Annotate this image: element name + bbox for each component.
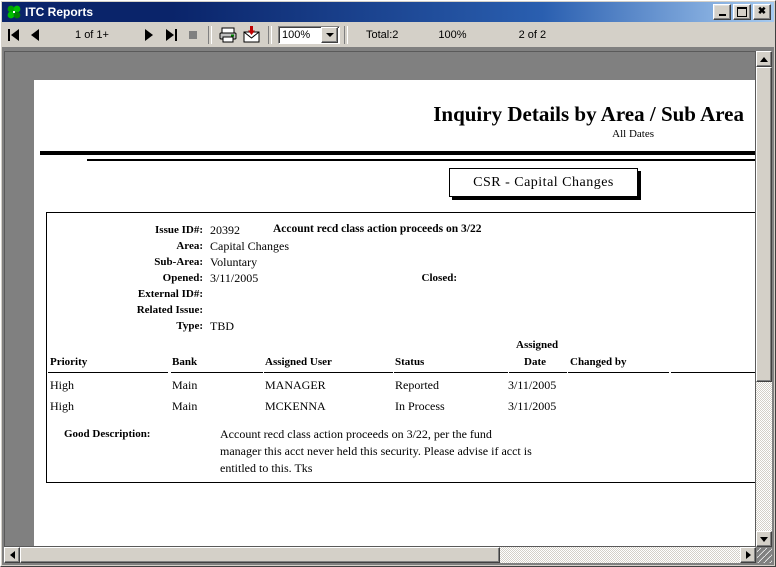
report-subtitle: All Dates: [612, 128, 654, 140]
field-value-opened: 3/11/2005: [210, 271, 259, 285]
last-page-button[interactable]: [160, 24, 182, 46]
field-label-type: Type:: [176, 320, 203, 332]
scroll-right-button[interactable]: [740, 547, 756, 563]
stop-button[interactable]: [182, 24, 204, 46]
field-label-sub-area: Sub-Area:: [154, 256, 203, 268]
report-toolbar: 1 of 1+ 100% Total:2 100% 2 of 2: [2, 22, 774, 48]
page-indicator: 1 of 1+: [75, 28, 109, 41]
column-header-changed-by: Changed by: [570, 356, 627, 368]
description-line: Account recd class action proceeds on 3/…: [220, 427, 492, 441]
field-value-issue-id: 20392: [210, 223, 240, 237]
report-canvas: Inquiry Details by Area / Sub Area All D…: [4, 51, 756, 547]
cell-assigned-user: MCKENNA: [265, 399, 326, 413]
column-header-assigned-user: Assigned User: [265, 356, 332, 368]
field-issue-summary: Account recd class action proceeds on 3/…: [273, 223, 482, 235]
header-rule-thick: [40, 151, 755, 155]
report-viewer: Inquiry Details by Area / Sub Area All D…: [2, 48, 774, 565]
scroll-up-button[interactable]: [756, 51, 772, 67]
column-header-bank: Bank: [172, 356, 198, 368]
header-rule-thin: [87, 159, 755, 161]
cell-bank: Main: [172, 378, 198, 392]
field-label-related-issue: Related Issue:: [136, 304, 203, 316]
cell-priority: High: [50, 399, 74, 413]
area-banner-label: CSR - Capital Changes: [473, 174, 614, 190]
clover-icon: [6, 4, 22, 20]
field-value-area: Capital Changes: [210, 239, 289, 253]
window-title: ITC Reports: [25, 5, 94, 19]
cell-assigned-user: MANAGER: [265, 378, 326, 392]
print-button[interactable]: [216, 23, 240, 47]
previous-page-button[interactable]: [24, 24, 46, 46]
column-rule-bank: [171, 372, 263, 373]
scroll-down-button[interactable]: [756, 531, 772, 547]
area-banner: CSR - Capital Changes: [449, 168, 638, 197]
column-rule-priority: [48, 372, 168, 373]
column-rule-changed-by: [568, 372, 669, 373]
field-label-issue-id: Issue ID#:: [155, 224, 203, 236]
maximize-button[interactable]: [733, 4, 751, 20]
vertical-scroll-thumb[interactable]: [756, 67, 772, 382]
cell-status: In Process: [395, 399, 445, 413]
toolbar-separator-2: [268, 25, 272, 44]
toolbar-separator-3: [344, 25, 348, 44]
description-label: Good Description:: [64, 428, 151, 440]
issue-detail-box: Issue ID#: 20392 Account recd class acti…: [46, 212, 755, 483]
zoom-value: 100%: [282, 28, 311, 41]
itc-reports-window: ITC Reports ✖ 1 of 1+ 100% Total:2 100% …: [0, 0, 776, 567]
next-page-button[interactable]: [138, 24, 160, 46]
cell-assigned-date: 3/11/2005: [508, 399, 557, 413]
minimize-button[interactable]: [713, 4, 731, 20]
column-rule-assigned-date: [509, 372, 567, 373]
cell-status: Reported: [395, 378, 439, 392]
close-button[interactable]: ✖: [753, 4, 771, 20]
cell-bank: Main: [172, 399, 198, 413]
field-value-type: TBD: [210, 319, 234, 333]
description-line: entitled to this. Tks: [220, 461, 313, 475]
first-page-button[interactable]: [2, 24, 24, 46]
export-button[interactable]: [240, 23, 264, 47]
horizontal-scrollbar[interactable]: [4, 547, 756, 563]
vertical-scrollbar[interactable]: [756, 51, 772, 547]
column-header-priority: Priority: [50, 356, 88, 368]
cell-priority: High: [50, 378, 74, 392]
record-position-label: 2 of 2: [518, 28, 547, 41]
report-title: Inquiry Details by Area / Sub Area: [433, 102, 744, 126]
report-page: Inquiry Details by Area / Sub Area All D…: [34, 80, 755, 546]
zoom-select[interactable]: 100%: [278, 25, 340, 44]
column-rule-status: [394, 372, 508, 373]
toolbar-separator-1: [208, 25, 212, 44]
field-value-sub-area: Voluntary: [210, 255, 258, 269]
column-rule-assigned-user: [264, 372, 393, 373]
scale-label: 100%: [438, 28, 467, 41]
resize-grip-icon[interactable]: [757, 548, 772, 563]
field-label-closed: Closed:: [421, 272, 457, 284]
cell-assigned-date: 3/11/2005: [508, 378, 557, 392]
column-rule-extra: [671, 372, 755, 373]
total-count-label: Total:2: [366, 28, 399, 41]
horizontal-scroll-thumb[interactable]: [20, 547, 500, 563]
field-label-area: Area:: [176, 240, 203, 252]
window-controls: ✖: [713, 4, 771, 20]
window-titlebar[interactable]: ITC Reports ✖: [2, 2, 774, 22]
column-header-status: Status: [395, 356, 425, 368]
chevron-down-icon[interactable]: [321, 26, 338, 43]
field-label-external-id: External ID#:: [137, 288, 203, 300]
scroll-left-button[interactable]: [4, 547, 20, 563]
column-header-assigned-top: Assigned: [516, 339, 559, 351]
column-header-assigned-date: Date: [524, 356, 546, 368]
field-label-opened: Opened:: [162, 272, 203, 284]
description-line: manager this acct never held this securi…: [220, 444, 532, 458]
report-content: Inquiry Details by Area / Sub Area All D…: [34, 80, 755, 546]
